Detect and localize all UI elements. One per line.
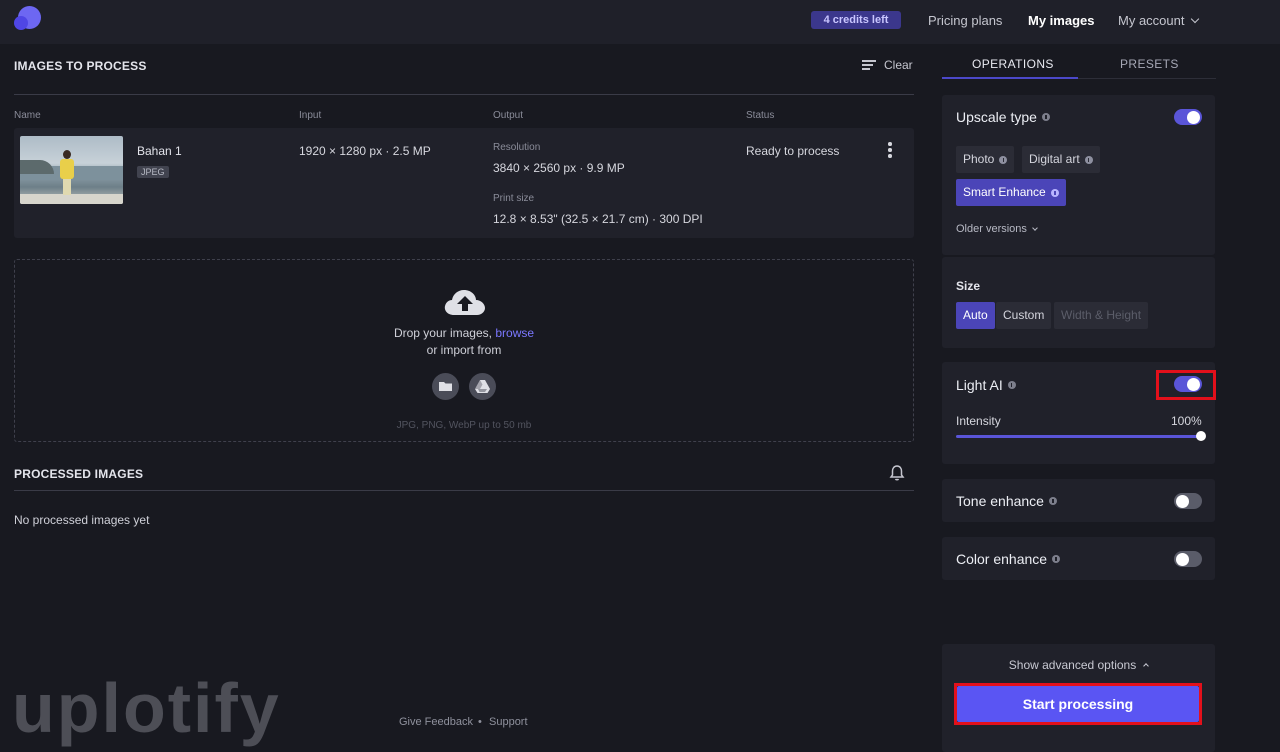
size-width-height: Width & Height — [1054, 302, 1149, 329]
tab-presets[interactable]: PRESETS — [1120, 57, 1179, 71]
chevron-down-icon — [1191, 14, 1200, 24]
tone-enhance-toggle[interactable] — [1174, 493, 1202, 509]
give-feedback-link[interactable]: Give Feedback — [399, 716, 473, 728]
info-icon[interactable] — [1052, 555, 1061, 563]
clear-list-icon — [862, 60, 876, 70]
color-enhance-toggle[interactable] — [1174, 551, 1202, 567]
resolution-label: Resolution — [493, 142, 541, 153]
upscale-type-toggle[interactable] — [1174, 109, 1202, 125]
info-icon — [999, 155, 1008, 164]
output-resolution: 3840 × 2560 px · 9.9 MP — [493, 161, 625, 175]
intensity-value: 100% — [1171, 414, 1202, 428]
intensity-slider-track[interactable] — [956, 435, 1201, 438]
drop-text: Drop your images, browse — [15, 326, 913, 340]
upscale-type-label: Upscale type — [956, 109, 1037, 125]
option-photo-label: Photo — [963, 152, 995, 166]
info-icon[interactable] — [1048, 497, 1057, 505]
empty-state-text: No processed images yet — [14, 513, 150, 527]
upscale-type-title: Upscale type — [956, 109, 1050, 125]
print-size: 12.8 × 8.53" (32.5 × 21.7 cm) · 300 DPI — [493, 212, 703, 226]
info-icon[interactable] — [1007, 381, 1016, 389]
divider — [14, 490, 914, 491]
column-header-status: Status — [746, 110, 775, 121]
browse-link[interactable]: browse — [495, 326, 534, 340]
info-icon[interactable] — [1041, 113, 1050, 121]
light-ai-label: Light AI — [956, 377, 1003, 393]
chevron-up-icon — [1143, 663, 1150, 669]
more-options-icon[interactable] — [888, 142, 892, 158]
file-type-badge: JPEG — [137, 166, 169, 178]
file-name: Bahan 1 — [137, 144, 182, 158]
light-ai-title: Light AI — [956, 377, 1016, 393]
intensity-label: Intensity — [956, 414, 1001, 428]
image-thumbnail[interactable] — [20, 136, 123, 204]
option-photo[interactable]: Photo — [956, 146, 1015, 173]
intensity-slider-handle[interactable] — [1196, 431, 1206, 441]
highlight-box — [1156, 370, 1216, 400]
info-icon — [1084, 155, 1093, 164]
chevron-down-icon — [1032, 225, 1038, 231]
option-smart-enhance-label: Smart Enhance — [963, 185, 1046, 199]
images-to-process-title: IMAGES TO PROCESS — [14, 59, 147, 73]
tab-operations[interactable]: OPERATIONS — [972, 57, 1054, 71]
import-text: or import from — [426, 343, 502, 357]
color-enhance-label: Color enhance — [956, 551, 1048, 567]
info-icon — [1050, 188, 1059, 197]
color-enhance-card: Color enhance — [942, 537, 1215, 580]
folder-import-button[interactable] — [432, 373, 459, 400]
google-drive-import-button[interactable] — [469, 373, 496, 400]
top-bar: 4 credits left Pricing plans My images M… — [0, 0, 1280, 44]
action-card: Show advanced options Start processing — [942, 644, 1215, 752]
tone-enhance-card: Tone enhance — [942, 479, 1215, 522]
nav-my-account-label: My account — [1118, 13, 1185, 28]
column-header-output: Output — [493, 110, 524, 121]
footer-separator: • — [478, 716, 482, 728]
start-processing-button[interactable]: Start processing — [957, 686, 1199, 722]
column-header-name: Name — [14, 110, 41, 121]
bell-icon[interactable] — [889, 464, 905, 482]
nav-my-images[interactable]: My images — [1028, 13, 1094, 28]
light-ai-card: Light AI Intensity 100% — [942, 362, 1216, 464]
file-format-hint: JPG, PNG, WebP up to 50 mb — [396, 420, 532, 431]
cloud-upload-icon — [444, 290, 485, 315]
option-digital-art-label: Digital art — [1029, 152, 1080, 166]
status-text: Ready to process — [746, 144, 840, 158]
credits-badge: 4 credits left — [811, 11, 901, 29]
tone-enhance-label: Tone enhance — [956, 493, 1044, 509]
option-smart-enhance[interactable]: Smart Enhance — [956, 179, 1066, 206]
upload-dropzone[interactable]: Drop your images, browse or import from … — [14, 259, 914, 442]
nav-pricing-plans[interactable]: Pricing plans — [928, 13, 1002, 28]
input-size: 1920 × 1280 px · 2.5 MP — [299, 144, 431, 158]
google-drive-icon — [475, 380, 490, 393]
upscale-type-card: Upscale type Photo Digital art Smart Enh… — [942, 95, 1215, 255]
divider — [14, 94, 914, 95]
active-tab-indicator — [942, 77, 1078, 79]
support-link[interactable]: Support — [489, 716, 528, 728]
show-advanced-options[interactable]: Show advanced options — [942, 658, 1215, 672]
size-card: Size Auto Custom Width & Height — [942, 257, 1215, 348]
clear-button-label: Clear — [884, 58, 913, 72]
nav-my-account[interactable]: My account — [1118, 13, 1200, 28]
watermark-logo: uplotify — [12, 669, 281, 747]
size-custom[interactable]: Custom — [996, 302, 1052, 329]
color-enhance-title: Color enhance — [956, 551, 1061, 567]
size-auto[interactable]: Auto — [956, 302, 995, 329]
table-row: Bahan 1 JPEG 1920 × 1280 px · 2.5 MP Res… — [14, 128, 914, 238]
folder-icon — [439, 382, 452, 391]
size-title: Size — [956, 279, 981, 293]
older-versions-label: Older versions — [956, 223, 1027, 235]
drop-text-label: Drop your images, — [393, 326, 492, 340]
logo-icon[interactable] — [14, 6, 42, 34]
processed-images-title: PROCESSED IMAGES — [14, 467, 144, 481]
tone-enhance-title: Tone enhance — [956, 493, 1057, 509]
older-versions-dropdown[interactable]: Older versions — [956, 223, 1038, 235]
option-digital-art[interactable]: Digital art — [1022, 146, 1100, 173]
clear-button[interactable]: Clear — [862, 58, 913, 72]
column-header-input: Input — [299, 110, 322, 121]
panel-tabs: OPERATIONS PRESETS — [942, 44, 1216, 79]
print-size-label: Print size — [493, 193, 535, 204]
show-advanced-options-label: Show advanced options — [1008, 658, 1137, 672]
